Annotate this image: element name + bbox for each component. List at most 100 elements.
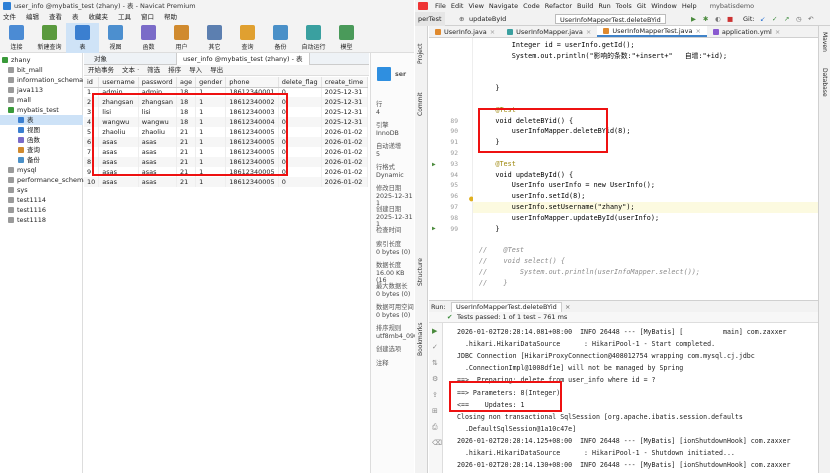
table-cell[interactable]: 2026-01-02	[321, 157, 368, 167]
menu-item[interactable]: 帮助	[164, 12, 177, 23]
tree-database[interactable]: mall	[8, 95, 31, 105]
tree-node[interactable]: 视图	[0, 125, 83, 135]
column-header[interactable]: id	[84, 77, 100, 88]
editor-tab[interactable]: UserInfo.java ×	[429, 26, 501, 37]
subtoolbar-button[interactable]: 文本 ·	[122, 65, 139, 75]
debug-icon[interactable]: ✱	[703, 12, 708, 26]
tree-node[interactable]: 查询	[0, 145, 83, 155]
tree-database[interactable]: bit_mall	[8, 65, 43, 75]
trash-icon[interactable]: ⌫	[432, 439, 442, 447]
toolbar-button-0[interactable]: 连接	[0, 23, 33, 53]
right-tool-maven[interactable]: Maven	[821, 32, 828, 52]
table-cell[interactable]: asas	[138, 177, 178, 187]
ide-menu-item[interactable]: Build	[577, 0, 593, 12]
run-config-select[interactable]: UserInfoMapperTest.deleteBYid	[555, 14, 666, 24]
git-update-icon[interactable]: ↙	[760, 12, 765, 26]
ide-menu-item[interactable]: Git	[637, 0, 646, 12]
tree-root-connection[interactable]: zhany	[2, 55, 30, 65]
toolbar-button-2[interactable]: 表	[66, 23, 99, 53]
column-header[interactable]: age	[176, 77, 197, 88]
menu-item[interactable]: 表	[72, 12, 79, 23]
column-header[interactable]: gender	[195, 77, 227, 88]
nav-file-crumb[interactable]: perTest	[415, 12, 445, 26]
table-cell[interactable]: 1	[195, 177, 227, 187]
column-header[interactable]: create_time	[321, 77, 368, 88]
ide-menu-item[interactable]: Code	[523, 0, 540, 12]
table-cell[interactable]: 2025-12-31	[321, 97, 368, 107]
ide-menu-item[interactable]: Run	[598, 0, 610, 12]
sort-icon[interactable]: ⇅	[432, 359, 438, 367]
tree-database[interactable]: test1114	[8, 195, 46, 205]
toolbar-button-8[interactable]: 备份	[264, 23, 297, 53]
close-tab-icon[interactable]: ×	[586, 26, 591, 38]
menu-item[interactable]: 编辑	[26, 12, 39, 23]
ide-menu-item[interactable]: Window	[651, 0, 677, 12]
toolbar-button-9[interactable]: 自动运行	[297, 23, 330, 53]
subtoolbar-button[interactable]: 导出	[210, 65, 223, 75]
history-icon[interactable]: ◷	[796, 12, 802, 26]
editor-tab[interactable]: UserInfoMapperTest.java ×	[597, 26, 707, 37]
table-cell[interactable]: 0	[278, 177, 322, 187]
settings-icon[interactable]: ⚙	[432, 375, 438, 383]
run-test-gutter-icon[interactable]: ▶	[432, 161, 436, 168]
table-cell[interactable]: 18612340005	[225, 177, 279, 187]
left-tool-structure[interactable]: Structure	[417, 258, 424, 286]
export-icon[interactable]: ⇪	[432, 391, 438, 399]
menu-item[interactable]: 文件	[3, 12, 16, 23]
toolbar-button-10[interactable]: 模型	[330, 23, 363, 53]
subtoolbar-button[interactable]: 导入	[189, 65, 202, 75]
table-cell[interactable]: 2026-01-02	[321, 177, 368, 187]
git-commit-icon[interactable]: ✓	[772, 12, 777, 26]
menu-item[interactable]: 收藏夹	[89, 12, 109, 23]
left-tool-commit[interactable]: Commit	[417, 92, 424, 116]
ide-menu-item[interactable]: Navigate	[489, 0, 518, 12]
column-header[interactable]: username	[98, 77, 139, 88]
rerun-icon[interactable]: ▶	[432, 327, 437, 335]
table-cell[interactable]: 2025-12-31	[321, 117, 368, 127]
table-cell[interactable]: 2026-01-02	[321, 167, 368, 177]
table-cell[interactable]: 21	[176, 177, 197, 187]
tree-database[interactable]: sys	[8, 185, 28, 195]
right-tool-database[interactable]: Database	[821, 68, 828, 97]
column-header[interactable]: phone	[225, 77, 279, 88]
run-test-gutter-icon[interactable]: ▶	[432, 225, 436, 232]
close-tab-icon[interactable]: ×	[775, 26, 780, 38]
tree-database[interactable]: mysql	[8, 165, 37, 175]
table-cell[interactable]: 2025-12-31	[321, 107, 368, 117]
toggle-passed-icon[interactable]: ✓	[432, 343, 438, 351]
tree-database[interactable]: performance_schema	[8, 175, 87, 185]
tree-node[interactable]: 函数	[0, 135, 83, 145]
left-tool-bookmarks[interactable]: Bookmarks	[417, 322, 424, 356]
tab-user-info-table[interactable]: user_info @mybatis_test (zhany) - 表	[176, 53, 310, 65]
editor-tab[interactable]: application.yml ×	[707, 26, 786, 37]
table-row[interactable]: 10 asas asas 21 1 18612340005 0 2026-01-02	[84, 177, 368, 187]
column-header[interactable]: delete_flag	[278, 77, 322, 88]
stop-icon[interactable]: ■	[727, 12, 733, 26]
editor-tab[interactable]: UserInfoMapper.java ×	[501, 26, 597, 37]
nav-method-crumb[interactable]: updateById	[469, 12, 506, 26]
menu-item[interactable]: 查看	[49, 12, 62, 23]
menu-item[interactable]: 工具	[118, 12, 131, 23]
tree-database[interactable]: test1116	[8, 205, 46, 215]
table-cell[interactable]: asas	[98, 177, 139, 187]
pin-icon[interactable]: ⊞	[432, 407, 438, 415]
toolbar-button-5[interactable]: 用户	[165, 23, 198, 53]
column-header[interactable]: password	[138, 77, 178, 88]
toolbar-button-6[interactable]: 其它	[198, 23, 231, 53]
ide-menu-item[interactable]: Tools	[616, 0, 632, 12]
ide-menu-item[interactable]: View	[468, 0, 483, 12]
tree-database[interactable]: test1118	[8, 215, 46, 225]
table-cell[interactable]: 2025-12-31	[321, 87, 368, 97]
coverage-icon[interactable]: ◐	[715, 12, 721, 26]
table-cell[interactable]: 2026-01-02	[321, 137, 368, 147]
tree-database[interactable]: information_schema	[8, 75, 83, 85]
table-cell[interactable]: 2026-01-02	[321, 127, 368, 137]
toolbar-button-3[interactable]: 视图	[99, 23, 132, 53]
toolbar-button-1[interactable]: 新建查询	[33, 23, 66, 53]
ide-menu-item[interactable]: Help	[682, 0, 697, 12]
tree-database[interactable]: mybatis_test	[8, 105, 59, 115]
ide-menu-item[interactable]: Refactor	[545, 0, 572, 12]
close-tab-icon[interactable]: ×	[490, 26, 495, 38]
git-push-icon[interactable]: ↗	[784, 12, 789, 26]
rollback-icon[interactable]: ↶	[808, 12, 813, 26]
